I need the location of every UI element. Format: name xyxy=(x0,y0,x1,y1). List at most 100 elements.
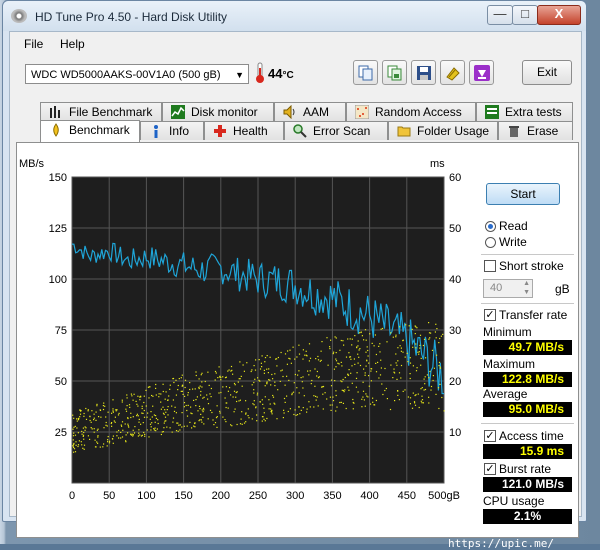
folder-icon xyxy=(397,126,411,137)
access-time-point xyxy=(379,374,382,376)
access-time-point xyxy=(75,444,77,446)
access-time-point xyxy=(379,351,381,353)
access-time-point xyxy=(118,429,120,432)
download-button[interactable] xyxy=(469,60,494,85)
access-time-point xyxy=(219,412,221,414)
tab-error-scan[interactable]: Error Scan xyxy=(284,121,388,140)
tab-info[interactable]: Info xyxy=(140,121,204,140)
access-time-checkbox[interactable]: ✓ xyxy=(484,430,496,442)
options-button[interactable] xyxy=(440,60,465,85)
access-time-point xyxy=(87,410,89,412)
random-access-icon xyxy=(355,105,369,119)
access-time-point xyxy=(160,408,162,410)
tab-aam[interactable]: AAM xyxy=(274,102,346,121)
burst-rate-checkbox[interactable]: ✓ xyxy=(484,463,496,475)
access-time-point xyxy=(415,343,417,345)
access-time-point xyxy=(77,432,79,434)
access-time-point xyxy=(351,365,353,367)
access-time-point xyxy=(172,377,175,380)
tab-erase[interactable]: Erase xyxy=(498,121,573,140)
access-time-point xyxy=(411,328,413,330)
access-time-point xyxy=(177,422,179,424)
tab-random-access[interactable]: Random Access xyxy=(346,102,476,121)
access-time-point xyxy=(203,396,205,398)
access-time-point xyxy=(430,385,433,388)
access-time-point xyxy=(302,349,304,351)
tab-disk-monitor[interactable]: Disk monitor xyxy=(162,102,274,121)
access-time-point xyxy=(366,360,368,362)
x-tick-label: 500gB xyxy=(428,490,460,502)
tab-benchmark[interactable]: Benchmark xyxy=(40,120,140,142)
access-time-point xyxy=(395,336,397,338)
access-time-point xyxy=(191,427,193,429)
access-time-point xyxy=(167,414,169,416)
access-time-point xyxy=(217,377,219,379)
tab-label: File Benchmark xyxy=(69,105,153,119)
access-time-point xyxy=(417,393,419,395)
access-time-point xyxy=(144,435,146,437)
access-time-point xyxy=(111,425,113,427)
copy-screenshot-button[interactable] xyxy=(382,60,407,85)
access-time-point xyxy=(186,415,189,417)
save-button[interactable] xyxy=(411,60,436,85)
access-time-point xyxy=(315,358,317,360)
access-time-point xyxy=(347,373,349,375)
access-time-point xyxy=(355,377,358,379)
tab-health[interactable]: Health xyxy=(204,121,284,140)
access-time-point xyxy=(333,351,335,353)
menu-file[interactable]: File xyxy=(24,37,43,51)
access-time-point xyxy=(165,420,167,422)
access-time-point xyxy=(165,391,167,393)
start-button[interactable]: Start xyxy=(486,183,560,205)
access-time-point xyxy=(280,351,282,354)
copy-text-button[interactable] xyxy=(353,60,378,85)
access-time-point xyxy=(367,355,369,357)
access-time-point xyxy=(105,421,107,424)
tab-file-benchmark[interactable]: File Benchmark xyxy=(40,102,162,121)
access-time-point xyxy=(133,393,135,395)
access-time-point xyxy=(361,335,363,337)
minimize-button[interactable]: — xyxy=(487,5,513,25)
access-time-point xyxy=(157,422,159,425)
access-time-point xyxy=(354,363,356,365)
short-stroke-checkbox[interactable] xyxy=(484,260,496,272)
transfer-rate-checkbox[interactable]: ✓ xyxy=(484,309,496,321)
access-time-point xyxy=(439,337,441,340)
access-time-point xyxy=(348,369,350,371)
maximize-button[interactable]: □ xyxy=(512,5,538,25)
access-time-point xyxy=(438,361,441,363)
access-time-point xyxy=(80,441,82,443)
access-time-point xyxy=(189,388,191,391)
exit-button[interactable]: Exit xyxy=(522,60,572,85)
access-time-point xyxy=(335,360,338,362)
access-time-point xyxy=(284,401,286,403)
drive-select[interactable]: WDC WD5000AAKS-00V1A0 (500 gB) ▼ xyxy=(25,64,249,84)
short-stroke-input[interactable]: 40 ▲ ▼ xyxy=(483,279,533,298)
access-time-point xyxy=(293,413,295,416)
access-time-point xyxy=(203,423,205,425)
close-button[interactable]: X xyxy=(537,5,581,25)
access-time-point xyxy=(240,375,242,377)
access-time-point xyxy=(294,373,296,376)
x-tick-label: 300 xyxy=(286,490,304,502)
menu-help[interactable]: Help xyxy=(60,37,85,51)
access-time-point xyxy=(364,372,366,374)
tab-folder-usage[interactable]: Folder Usage xyxy=(388,121,498,140)
tab-label: Erase xyxy=(527,124,559,138)
benchmark-panel: MB/s ms 150 125 100 75 50 25 60 50 40 30 20 10 0 50 100 1… xyxy=(16,142,579,538)
access-time-point xyxy=(75,441,77,443)
access-time-point xyxy=(132,429,134,431)
access-time-point xyxy=(201,372,203,374)
access-time-point xyxy=(239,399,241,401)
tab-extra-tests[interactable]: Extra tests xyxy=(476,102,573,121)
access-time-point xyxy=(155,430,157,432)
access-time-point xyxy=(428,332,431,334)
access-time-point xyxy=(234,384,236,386)
access-time-point xyxy=(379,343,381,345)
write-radio[interactable] xyxy=(485,237,496,248)
access-time-point xyxy=(353,358,355,360)
access-time-point xyxy=(73,446,75,449)
access-time-point xyxy=(268,399,270,401)
divider xyxy=(481,303,574,304)
read-radio[interactable] xyxy=(485,221,496,232)
